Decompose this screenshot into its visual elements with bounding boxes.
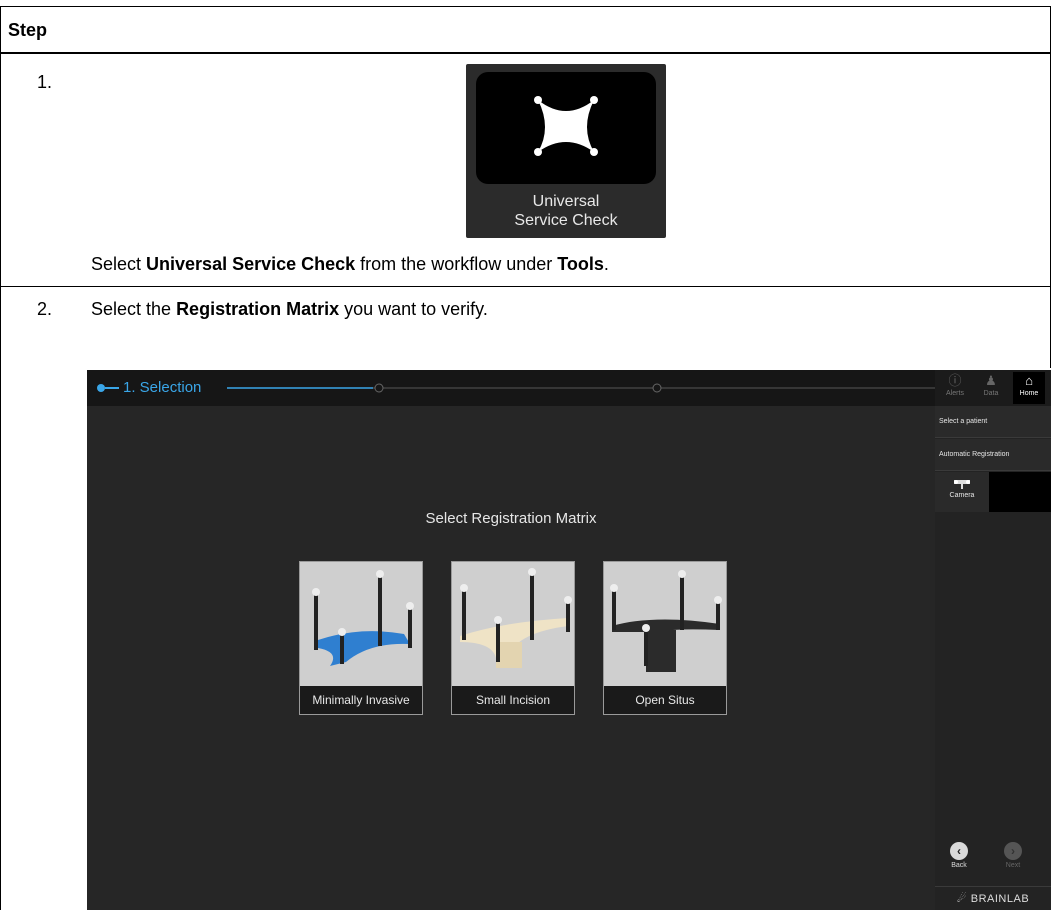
step-number: 1. (37, 72, 53, 92)
data-label: Data (983, 390, 999, 397)
next-label: Next (1005, 862, 1021, 869)
table-header-step: Step (8, 20, 48, 40)
page-title: Select Registration Matrix (425, 510, 597, 527)
table-border-top (0, 6, 1051, 7)
next-button[interactable]: › Next (993, 842, 1033, 869)
universal-service-check-tile[interactable]: Universal Service Check (466, 64, 666, 238)
step-instruction: Select the Registration Matrix you want … (91, 299, 488, 320)
tile-label-line1: Universal (532, 193, 600, 210)
data-icon: ♟ (985, 373, 997, 388)
alert-icon: ⓘ (948, 373, 962, 388)
alerts-button[interactable]: ⓘ Alerts (939, 372, 971, 404)
brand-logo: ☄ BRAINLAB (935, 886, 1051, 910)
matrix-card-open-situs[interactable]: Open Situs (603, 561, 727, 715)
open-situs-matrix-image (604, 562, 726, 686)
top-buttons: ⓘ Alerts ♟ Data ⌂ Home (935, 370, 1051, 406)
text: from the workflow under (355, 254, 558, 274)
bold-text: Registration Matrix (176, 299, 340, 319)
tile-icon-area (476, 72, 656, 184)
brand-text: BRAINLAB (970, 893, 1030, 905)
small-incision-matrix-image (452, 562, 574, 686)
home-label: Home (1019, 390, 1039, 397)
card-label: Open Situs (604, 686, 726, 714)
matrix-card-minimally-invasive[interactable]: Minimally Invasive (299, 561, 423, 715)
table-row-divider (0, 286, 1051, 287)
camera-label: Camera (949, 492, 975, 499)
camera-icon (954, 480, 970, 489)
card-label: Minimally Invasive (300, 686, 422, 714)
text: Select (91, 254, 147, 274)
registration-matrix-icon (534, 96, 598, 156)
camera-preview (989, 472, 1051, 512)
alerts-label: Alerts (946, 390, 964, 397)
table-header-divider (0, 52, 1051, 54)
bold-text: Tools (557, 254, 604, 274)
breadcrumb: 1. Selection (123, 379, 202, 396)
text: you want to verify. (339, 299, 488, 319)
menu-automatic-registration[interactable]: Automatic Registration (935, 439, 1051, 471)
next-icon: › (1004, 842, 1022, 860)
text: Select the (91, 299, 177, 319)
step-instruction: Select Universal Service Check from the … (91, 254, 609, 275)
table-border-left (0, 6, 1, 910)
matrix-card-small-incision[interactable]: Small Incision (451, 561, 575, 715)
step-number: 2. (37, 299, 53, 319)
text: . (603, 254, 609, 274)
back-icon: ‹ (950, 842, 968, 860)
bold-text: Universal Service Check (146, 254, 356, 274)
progress-bar: 1. Selection (87, 370, 935, 406)
home-icon: ⌂ (1025, 373, 1033, 388)
card-label: Small Incision (452, 686, 574, 714)
brainlab-logo-icon: ☄ (956, 893, 968, 905)
data-button[interactable]: ♟ Data (975, 372, 1007, 404)
step-table: Step 1. Universal Service Check Select U… (0, 0, 1051, 910)
minimally-invasive-matrix-image (300, 562, 422, 686)
back-label: Back (951, 862, 967, 869)
tile-label-line2: Service Check (514, 212, 618, 229)
camera-button[interactable]: Camera (935, 472, 989, 512)
right-panel: ⓘ Alerts ♟ Data ⌂ Home Select a patient … (935, 370, 1051, 910)
back-button[interactable]: ‹ Back (939, 842, 979, 869)
progress-track (97, 383, 935, 393)
home-button[interactable]: ⌂ Home (1013, 372, 1045, 404)
menu-select-patient[interactable]: Select a patient (935, 406, 1051, 438)
app-screenshot: 1. Selection Select Registration Matrix … (87, 370, 1051, 910)
